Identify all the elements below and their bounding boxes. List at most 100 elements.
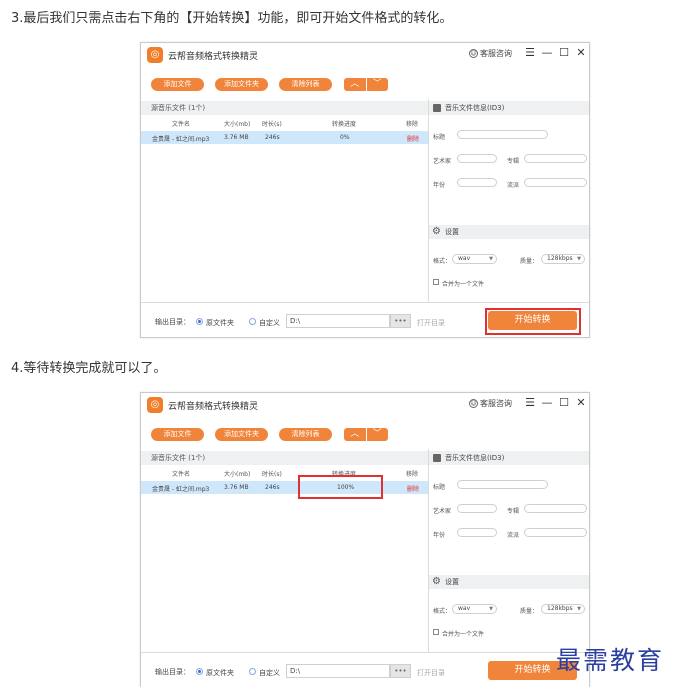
app-title: 云帮音频格式转换精灵	[168, 52, 259, 62]
format-label: 格式：	[433, 608, 452, 615]
source-folder-radio[interactable]	[196, 668, 203, 675]
close-icon[interactable]: ✕	[575, 396, 587, 409]
move-buttons: ︿ ﹀	[344, 78, 388, 91]
chevron-up-icon[interactable]: ︿	[344, 78, 366, 91]
highlight-start-button	[485, 308, 581, 335]
column-size: 大小(mb)	[224, 471, 251, 478]
custom-label: 自定义	[259, 669, 280, 677]
quality-select[interactable]: 128kbps ▼	[541, 254, 585, 264]
genre-input[interactable]	[524, 528, 587, 537]
browse-button[interactable]: •••	[390, 314, 411, 328]
step-3-instruction: 3.最后我们只需点击右下角的【开始转换】功能，即可开始文件格式的转化。	[11, 11, 453, 26]
chevron-down-icon: ▼	[489, 256, 493, 262]
id3-header: 音乐文件信息(ID3)	[429, 101, 589, 115]
album-label: 专辑	[507, 508, 520, 515]
output-path-input[interactable]: D:\	[286, 314, 390, 328]
file-name: 金贵晟 - 虹之间.mp3	[152, 136, 210, 143]
add-folder-button[interactable]: 添加文件夹	[215, 428, 268, 441]
maximize-icon[interactable]: ☐	[558, 46, 570, 59]
file-duration: 246s	[265, 134, 280, 141]
source-folder-radio[interactable]	[196, 318, 203, 325]
format-select[interactable]: wav ▼	[452, 604, 497, 614]
genre-input[interactable]	[524, 178, 587, 187]
merge-checkbox[interactable]	[433, 629, 439, 635]
converter-window-step3: ◎ 云帮音频格式转换精灵 ☺ 客服咨询 ☰ — ☐ ✕ 添加文件 添加文件夹 清除…	[140, 42, 590, 338]
column-remove: 移除	[406, 121, 419, 128]
gear-icon: ⚙	[432, 576, 441, 587]
title-input[interactable]	[457, 130, 548, 139]
format-select[interactable]: wav ▼	[452, 254, 497, 264]
move-buttons: ︿ ﹀	[344, 428, 388, 441]
chevron-up-icon[interactable]: ︿	[344, 428, 366, 441]
settings-header: ⚙ 设置	[429, 575, 589, 589]
table-row[interactable]: 金贵晟 - 虹之间.mp3 3.76 MB 246s 0% 删除	[141, 131, 428, 144]
source-folder-label: 原文件夹	[206, 319, 234, 327]
divider	[428, 449, 429, 652]
column-duration: 时长(s)	[262, 471, 282, 478]
chevron-down-icon[interactable]: ﹀	[365, 78, 389, 91]
toolbar: 添加文件 添加文件夹 清除列表 ︿ ﹀	[141, 421, 589, 447]
file-duration: 246s	[265, 484, 280, 491]
add-file-button[interactable]: 添加文件	[151, 78, 204, 91]
add-folder-button[interactable]: 添加文件夹	[215, 78, 268, 91]
app-logo-icon: ◎	[147, 397, 163, 413]
title-bar: ◎ 云帮音频格式转换精灵 ☺ 客服咨询 ☰ — ☐ ✕	[141, 43, 589, 68]
app-logo-icon: ◎	[147, 47, 163, 63]
column-remove: 移除	[406, 471, 419, 478]
menu-icon[interactable]: ☰	[524, 46, 536, 59]
open-dir-link[interactable]: 打开目录	[417, 318, 445, 328]
chevron-down-icon[interactable]: ﹀	[365, 428, 389, 441]
year-label: 年份	[433, 532, 446, 539]
footer-divider	[141, 652, 589, 653]
title-input[interactable]	[457, 480, 548, 489]
chevron-down-icon: ▼	[577, 606, 581, 612]
table-row[interactable]: 金贵晟 - 虹之间.mp3 3.76 MB 246s 100% 删除	[141, 481, 428, 494]
merge-checkbox[interactable]	[433, 279, 439, 285]
file-size: 3.76 MB	[224, 134, 249, 141]
maximize-icon[interactable]: ☐	[558, 396, 570, 409]
support-icon: ☺	[469, 399, 478, 408]
album-label: 专辑	[507, 158, 520, 165]
browse-button[interactable]: •••	[390, 664, 411, 678]
genre-label: 流派	[507, 182, 520, 189]
year-input[interactable]	[457, 528, 497, 537]
quality-select[interactable]: 128kbps ▼	[541, 604, 585, 614]
support-link[interactable]: ☺ 客服咨询	[469, 398, 512, 409]
file-list-header: 源音乐文件 (1个)	[141, 101, 428, 115]
minimize-icon[interactable]: —	[541, 396, 553, 409]
output-dir-label: 输出目录：	[155, 318, 190, 326]
add-file-button[interactable]: 添加文件	[151, 428, 204, 441]
delete-link[interactable]: 删除	[407, 134, 419, 143]
chevron-down-icon: ▼	[489, 606, 493, 612]
minimize-icon[interactable]: —	[541, 46, 553, 59]
quality-label: 质量：	[520, 608, 539, 615]
custom-radio[interactable]	[249, 318, 256, 325]
quality-label: 质量：	[520, 258, 539, 265]
delete-link[interactable]: 删除	[407, 484, 419, 493]
artist-input[interactable]	[457, 154, 497, 163]
column-filename: 文件名	[172, 471, 191, 478]
id3-header: 音乐文件信息(ID3)	[429, 451, 589, 465]
clear-list-button[interactable]: 清除列表	[279, 78, 332, 91]
album-input[interactable]	[524, 504, 587, 513]
output-path-input[interactable]: D:\	[286, 664, 390, 678]
close-icon[interactable]: ✕	[575, 46, 587, 59]
artist-input[interactable]	[457, 504, 497, 513]
menu-icon[interactable]: ☰	[524, 396, 536, 409]
open-dir-link[interactable]: 打开目录	[417, 668, 445, 678]
artist-label: 艺术家	[433, 158, 452, 165]
year-input[interactable]	[457, 178, 497, 187]
clear-list-button[interactable]: 清除列表	[279, 428, 332, 441]
app-title: 云帮音频格式转换精灵	[168, 402, 259, 412]
custom-radio[interactable]	[249, 668, 256, 675]
album-input[interactable]	[524, 154, 587, 163]
gear-icon: ⚙	[432, 226, 441, 237]
footer-divider	[141, 302, 589, 303]
file-size: 3.76 MB	[224, 484, 249, 491]
column-progress: 转换进度	[332, 121, 357, 128]
column-size: 大小(mb)	[224, 121, 251, 128]
title-bar: ◎ 云帮音频格式转换精灵 ☺ 客服咨询 ☰ — ☐ ✕	[141, 393, 589, 418]
toolbar: 添加文件 添加文件夹 清除列表 ︿ ﹀	[141, 71, 589, 97]
output-dir-label: 输出目录：	[155, 668, 190, 676]
support-link[interactable]: ☺ 客服咨询	[469, 48, 512, 59]
